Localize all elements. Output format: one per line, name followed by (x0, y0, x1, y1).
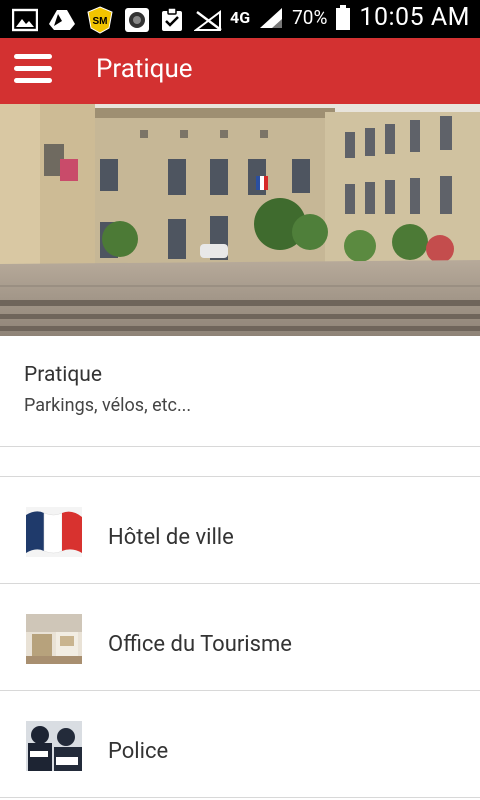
list-item-office-du-tourisme[interactable]: Office du Tourisme (0, 584, 480, 691)
sm-badge-icon: SM (87, 6, 113, 34)
app-bar: Pratique (0, 38, 480, 104)
image-icon (12, 8, 38, 32)
intro-card: Pratique Parkings, vélos, etc... (0, 337, 480, 447)
drive-icon (49, 10, 75, 30)
clipboard-check-icon (162, 7, 182, 31)
clock: 10:05 AM (359, 3, 470, 32)
notification-icons: SM (12, 6, 224, 34)
police-thumbnail (26, 721, 82, 771)
no-signal-icon (194, 10, 222, 31)
tourism-office-thumbnail (26, 614, 82, 664)
list-item-police[interactable]: Police (0, 691, 480, 798)
app-bar-title: Pratique (96, 54, 193, 84)
list-item-hotel-de-ville[interactable]: Hôtel de ville (0, 477, 480, 584)
intro-title: Pratique (24, 363, 103, 387)
signal-icon (260, 7, 283, 28)
list-item-label: Hôtel de ville (108, 525, 234, 550)
battery-percent: 70% (292, 6, 328, 29)
hero-image (0, 104, 480, 336)
section-divider (0, 447, 480, 477)
list-item-label: Police (108, 739, 169, 764)
hamburger-menu-icon[interactable] (14, 54, 52, 88)
network-type-label: 4G (230, 8, 251, 27)
status-bar: SM 4G 70% 10:05 AM (0, 0, 480, 38)
camera-icon (125, 8, 149, 32)
battery-icon (336, 4, 351, 30)
french-flag-thumbnail (26, 507, 82, 557)
system-status: 4G 70% 10:05 AM (230, 3, 470, 32)
list-item-label: Office du Tourisme (108, 632, 292, 657)
intro-subtitle: Parkings, vélos, etc... (24, 395, 192, 416)
svg-text:SM: SM (93, 16, 108, 27)
